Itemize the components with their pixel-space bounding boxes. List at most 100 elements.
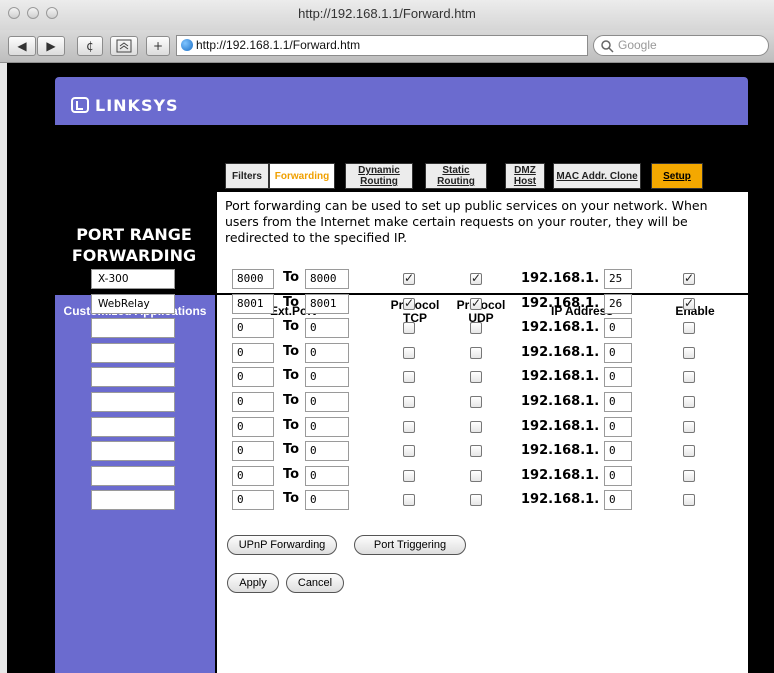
udp-checkbox[interactable] [470,371,482,383]
enable-checkbox[interactable] [683,322,695,334]
enable-checkbox[interactable] [683,445,695,457]
back-button[interactable]: ◀ [8,36,36,56]
application-name-field[interactable] [91,490,175,510]
start-port-field[interactable]: 0 [232,466,274,486]
enable-checkbox[interactable] [683,421,695,433]
start-port-field[interactable]: 8001 [232,294,274,314]
search-field[interactable]: Google [593,35,769,56]
ip-last-octet-field[interactable]: 0 [604,417,632,437]
ip-last-octet-field[interactable]: 0 [604,367,632,387]
logo-text: LINKSYS [95,96,179,115]
udp-checkbox[interactable] [470,396,482,408]
address-bar[interactable]: http://192.168.1.1/Forward.htm [176,35,588,56]
ip-last-octet-field[interactable]: 0 [604,466,632,486]
ip-last-octet-field[interactable]: 0 [604,490,632,510]
tcp-checkbox[interactable] [403,494,415,506]
enable-checkbox[interactable] [683,494,695,506]
start-port-field[interactable]: 0 [232,490,274,510]
start-port-field[interactable]: 0 [232,417,274,437]
application-name-field[interactable] [91,392,175,412]
tcp-checkbox[interactable] [403,396,415,408]
reload-icon: ¢ [86,39,94,53]
tcp-checkbox[interactable] [403,470,415,482]
udp-checkbox[interactable] [470,347,482,359]
tcp-checkbox[interactable] [403,445,415,457]
udp-checkbox[interactable]: ✓ [470,297,482,310]
upnp-forwarding-button[interactable]: UPnP Forwarding [227,535,337,555]
application-name-field[interactable] [91,318,175,338]
ip-last-octet-field[interactable]: 25 [604,269,632,289]
application-name-field[interactable]: WebRelay [91,294,175,314]
end-port-field[interactable]: 8001 [305,294,349,314]
enable-checkbox[interactable]: ✓ [683,297,695,310]
apply-button[interactable]: Apply [227,573,279,593]
udp-checkbox[interactable] [470,445,482,457]
tcp-checkbox[interactable] [403,322,415,334]
tcp-checkbox[interactable] [403,421,415,433]
end-port-field[interactable]: 8000 [305,269,349,289]
ip-last-octet-field[interactable]: 0 [604,318,632,338]
add-bookmark-button[interactable]: + [146,36,170,56]
reload-button[interactable]: ¢ [77,36,103,56]
tab-forwarding[interactable]: Forwarding [269,163,335,189]
port-triggering-button[interactable]: Port Triggering [354,535,466,555]
to-label: To [283,295,300,310]
linksys-logo: LINKSYS [71,96,179,115]
enable-checkbox[interactable]: ✓ [683,272,695,285]
globe-icon [181,39,193,51]
start-port-field[interactable]: 0 [232,367,274,387]
end-port-field[interactable]: 0 [305,392,349,412]
enable-checkbox[interactable] [683,347,695,359]
enable-checkbox[interactable] [683,371,695,383]
tcp-checkbox[interactable]: ✓ [403,297,415,310]
application-name-field[interactable]: X-300 [91,269,175,289]
start-port-field[interactable]: 0 [232,441,274,461]
application-name-field[interactable] [91,417,175,437]
cancel-button[interactable]: Cancel [286,573,344,593]
ip-last-octet-field[interactable]: 26 [604,294,632,314]
tab-filters[interactable]: Filters [225,163,269,189]
ip-last-octet-field[interactable]: 0 [604,392,632,412]
tab-dmz-host[interactable]: DMZ Host [505,163,545,189]
udp-checkbox[interactable] [470,470,482,482]
ip-last-octet-field[interactable]: 0 [604,343,632,363]
udp-checkbox[interactable] [470,421,482,433]
to-label: To [283,442,300,457]
forward-button[interactable]: ▶ [37,36,65,56]
enable-checkbox[interactable] [683,396,695,408]
start-port-field[interactable]: 0 [232,392,274,412]
tab-static-routing[interactable]: Static Routing [425,163,487,189]
end-port-field[interactable]: 0 [305,343,349,363]
start-port-field[interactable]: 0 [232,318,274,338]
end-port-field[interactable]: 0 [305,466,349,486]
udp-checkbox[interactable] [470,322,482,334]
end-port-field[interactable]: 0 [305,490,349,510]
enable-checkbox[interactable] [683,470,695,482]
tcp-checkbox[interactable]: ✓ [403,272,415,285]
tab-dynamic-routing[interactable]: Dynamic Routing [345,163,413,189]
to-label: To [283,467,300,482]
end-port-field[interactable]: 0 [305,417,349,437]
application-name-field[interactable] [91,367,175,387]
start-port-field[interactable]: 8000 [232,269,274,289]
tab-setup[interactable]: Setup [651,163,703,189]
header-protocol-tcp: Protocol TCP [391,299,440,325]
window-title: http://192.168.1.1/Forward.htm [298,6,476,21]
application-name-field[interactable] [91,466,175,486]
ip-last-octet-field[interactable]: 0 [604,441,632,461]
to-label: To [283,368,300,383]
udp-checkbox[interactable]: ✓ [470,272,482,285]
end-port-field[interactable]: 0 [305,318,349,338]
back-icon: ◀ [17,39,27,53]
end-port-field[interactable]: 0 [305,441,349,461]
tcp-checkbox[interactable] [403,347,415,359]
application-name-field[interactable] [91,343,175,363]
udp-checkbox[interactable] [470,494,482,506]
application-name-field[interactable] [91,441,175,461]
snapback-button[interactable] [110,36,138,56]
to-label: To [283,491,300,506]
tcp-checkbox[interactable] [403,371,415,383]
end-port-field[interactable]: 0 [305,367,349,387]
start-port-field[interactable]: 0 [232,343,274,363]
tab-mac-addr-clone[interactable]: MAC Addr. Clone [553,163,641,189]
